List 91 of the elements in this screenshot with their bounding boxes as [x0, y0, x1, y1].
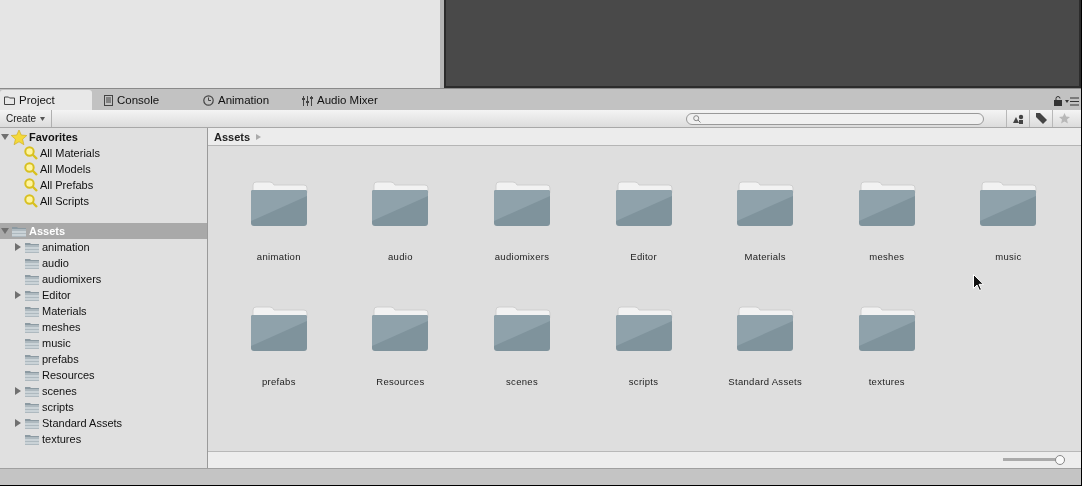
collapsed-arrow-icon[interactable]	[14, 419, 22, 427]
menu-icon[interactable]	[1065, 96, 1079, 106]
folder-label[interactable]: Resources	[376, 376, 425, 387]
folder-item[interactable]: Materials	[42, 305, 87, 317]
collapsed-arrow-icon[interactable]	[14, 291, 22, 299]
folder-icon	[736, 181, 795, 227]
folder-icon	[24, 304, 40, 318]
favorite-item[interactable]: All Models	[40, 163, 91, 175]
folder-icon	[24, 288, 40, 302]
breadcrumb-item[interactable]: Assets	[214, 130, 251, 143]
mouse-cursor-icon	[973, 274, 984, 291]
caret-icon	[40, 116, 45, 121]
folder-label[interactable]: prefabs	[261, 376, 296, 387]
collapsed-arrow-icon[interactable]	[14, 243, 22, 251]
search-icon	[693, 114, 701, 123]
tab[interactable]: Console	[100, 90, 179, 110]
folder-icon	[24, 240, 40, 254]
folder-label[interactable]: audiomixers	[494, 251, 550, 262]
folder-item[interactable]: scripts	[42, 401, 74, 413]
folder-label[interactable]: textures	[868, 376, 905, 387]
expanded-arrow-icon[interactable]	[1, 227, 9, 235]
folder-label[interactable]: animation	[256, 251, 301, 262]
folder-icon	[24, 256, 40, 270]
clock-icon	[203, 94, 214, 106]
folder-icon	[857, 181, 916, 227]
folder-icon	[249, 181, 308, 227]
folder-icon	[24, 432, 40, 446]
folder-label[interactable]: Materials	[744, 251, 786, 262]
star-icon	[1058, 113, 1070, 124]
tab[interactable]: Project	[0, 90, 92, 110]
folder-icon	[979, 181, 1038, 227]
favorite-item[interactable]: All Prefabs	[40, 179, 94, 191]
folder-icon	[736, 306, 795, 352]
tag-icon	[1035, 113, 1047, 124]
favorites-label[interactable]: Favorites	[29, 131, 78, 143]
collapsed-arrow-icon[interactable]	[14, 387, 22, 395]
shapes-icon	[1012, 113, 1024, 124]
folder-item[interactable]: Standard Assets	[42, 417, 123, 429]
folder-icon	[24, 384, 40, 398]
search-icon	[24, 162, 38, 176]
folder-label[interactable]: music	[995, 251, 1022, 262]
folder-icon	[249, 306, 308, 352]
folder-icon	[24, 368, 40, 382]
favorite-item[interactable]: All Scripts	[40, 195, 89, 207]
folder-icon	[24, 352, 40, 366]
lock-icon[interactable]	[1054, 96, 1062, 106]
folder-icon	[371, 181, 430, 227]
folder-icon	[614, 181, 673, 227]
folder-icon	[614, 306, 673, 352]
folder-icon	[493, 181, 551, 227]
arrow-right-icon	[256, 133, 262, 140]
folder-label[interactable]: Standard Assets	[728, 376, 802, 387]
folder-item[interactable]: music	[42, 337, 71, 349]
folder-icon	[24, 400, 40, 414]
folder-icon	[24, 272, 40, 286]
folder-label[interactable]: Editor	[630, 251, 657, 262]
folder-item[interactable]: meshes	[42, 321, 81, 333]
folder-label[interactable]: scripts	[628, 376, 659, 387]
zoom-slider[interactable]	[1003, 455, 1065, 465]
folder-icon	[493, 306, 551, 352]
folder-icon	[11, 224, 27, 238]
folder-icon	[371, 306, 430, 352]
folder-item[interactable]: textures	[42, 433, 82, 445]
folder-item[interactable]: audiomixers	[42, 273, 102, 285]
star-icon	[11, 129, 27, 145]
folder-item[interactable]: Editor	[42, 289, 71, 301]
tab[interactable]: Audio Mixer	[298, 90, 386, 110]
tab[interactable]: Animation	[199, 90, 278, 110]
folder-label[interactable]: meshes	[869, 251, 905, 262]
search-icon	[24, 146, 38, 160]
folder-icon	[24, 336, 40, 350]
folder-icon	[4, 95, 15, 105]
folder-label[interactable]: audio	[388, 251, 413, 262]
search-icon	[24, 178, 38, 192]
folder-item[interactable]: scenes	[42, 385, 77, 397]
folder-icon	[857, 306, 916, 352]
folder-icon	[24, 320, 40, 334]
mixer-icon	[302, 94, 313, 106]
expanded-arrow-icon[interactable]	[1, 133, 9, 141]
search-icon	[24, 194, 38, 208]
slider-thumb[interactable]	[1055, 455, 1065, 465]
folder-icon	[24, 416, 40, 430]
folder-item[interactable]: Resources	[42, 369, 95, 381]
document-icon	[104, 94, 113, 106]
folder-item[interactable]: audio	[42, 257, 69, 269]
folder-item[interactable]: prefabs	[42, 353, 79, 365]
favorite-item[interactable]: All Materials	[40, 147, 100, 159]
folder-item[interactable]: animation	[42, 241, 90, 253]
create-dropdown[interactable]: Create	[0, 110, 52, 127]
folder-label[interactable]: scenes	[506, 376, 538, 387]
search-field[interactable]	[686, 112, 984, 125]
